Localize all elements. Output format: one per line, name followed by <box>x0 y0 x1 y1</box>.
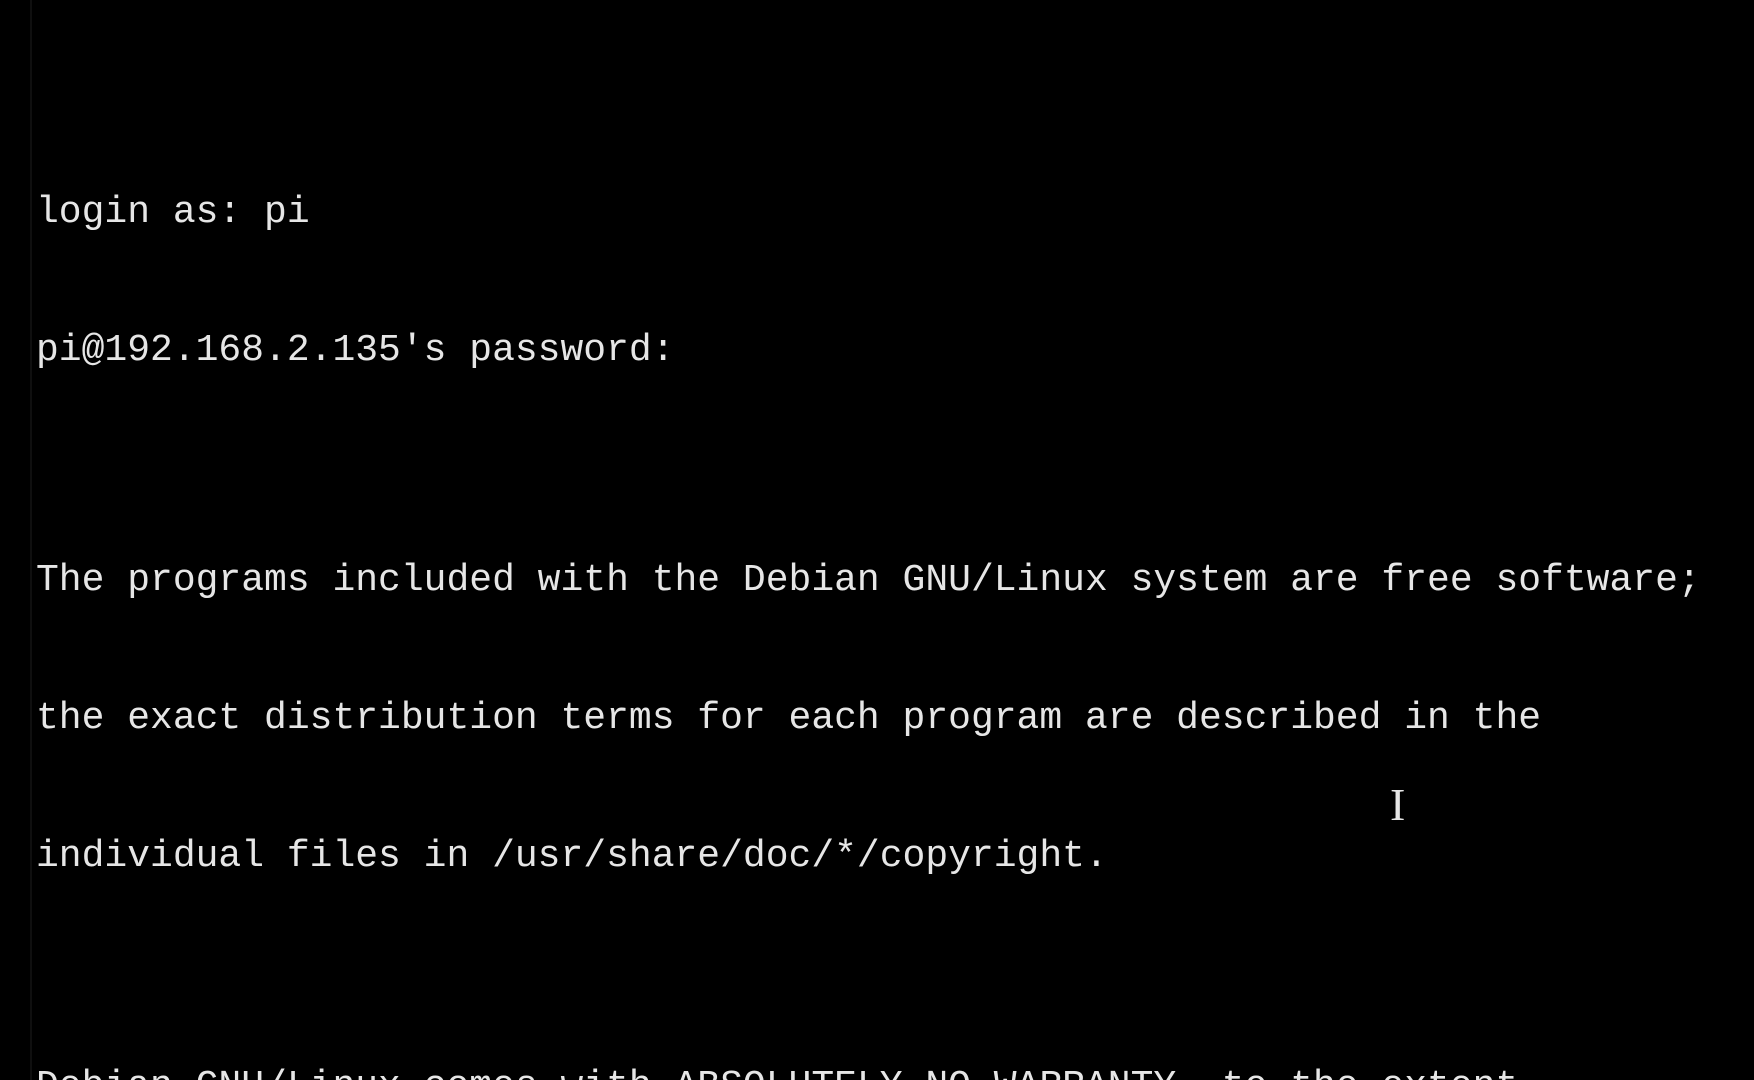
password-prompt-line: pi@192.168.2.135's password: <box>36 328 1754 374</box>
motd-line-4: Debian GNU/Linux comes with ABSOLUTELY N… <box>36 1064 1754 1080</box>
terminal-window[interactable]: login as: pi pi@192.168.2.135's password… <box>0 0 1754 1080</box>
login-as-line: login as: pi <box>36 190 1754 236</box>
window-left-edge <box>30 0 32 1080</box>
text-cursor-icon: I <box>1390 782 1405 828</box>
motd-line-2: the exact distribution terms for each pr… <box>36 696 1754 742</box>
motd-line-3: individual files in /usr/share/doc/*/cop… <box>36 834 1754 880</box>
motd-line-1: The programs included with the Debian GN… <box>36 558 1754 604</box>
